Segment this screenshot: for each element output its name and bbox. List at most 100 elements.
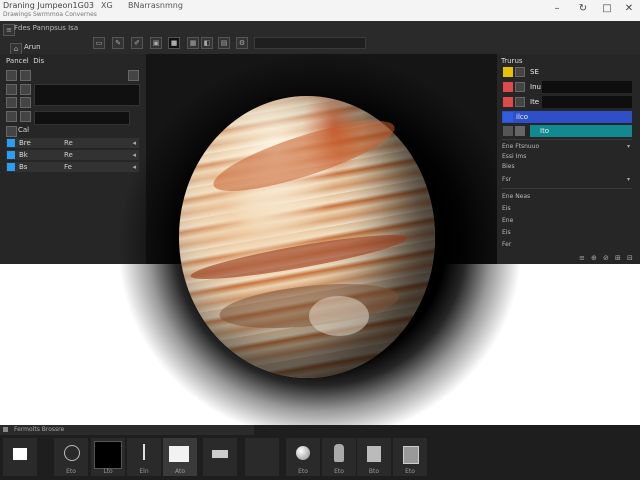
chevron-down-icon[interactable]: ▾	[627, 175, 630, 184]
minimize-button[interactable]: –	[550, 2, 564, 16]
property-row[interactable]: Bre Re ◂	[6, 138, 139, 148]
lock-icon[interactable]	[128, 70, 139, 81]
layer-name: ilco	[516, 113, 529, 121]
property-row[interactable]: Eis	[502, 204, 632, 213]
eye-icon[interactable]	[515, 82, 525, 92]
tool-label: Eto	[334, 468, 344, 475]
checkbox-icon[interactable]	[7, 139, 15, 147]
chevron-down-icon[interactable]: ▾	[627, 142, 630, 151]
tool-color[interactable]: Lto	[91, 438, 125, 476]
property-label: Eis	[502, 229, 511, 236]
preview-field[interactable]	[34, 84, 140, 106]
divider	[502, 188, 632, 189]
sphere-icon	[296, 446, 310, 460]
layer-row[interactable]: Ito	[502, 125, 632, 137]
right-panel: Trurus SE Inu Ite ilco Ito Ene Ftsnuuo ▾ …	[497, 54, 640, 264]
tool-empty[interactable]	[245, 438, 279, 476]
bottom-tab-label[interactable]: Fermolts Brossre	[14, 426, 64, 433]
property-row[interactable]: Ene Neas	[502, 192, 632, 201]
property-row[interactable]: Ene Ftsnuuo ▾	[502, 142, 632, 151]
rect-icon	[212, 450, 228, 458]
bottom-toolbar: Fermolts Brossre Eto Lto Eln Ato Eto Eto…	[0, 425, 640, 480]
layer-fill	[542, 81, 632, 93]
toolbar: ≡ Fdes Pannpsus Isa Arun ⌂ ▭ ✎ ✐ ▣ ■ ▦ ◧…	[0, 21, 640, 55]
property-row[interactable]: Essi Ims	[502, 152, 632, 161]
section-label: Cal	[18, 126, 30, 134]
toolbar-label: Fdes Pannpsus Isa	[14, 24, 79, 32]
property-row[interactable]: Ene	[502, 216, 632, 225]
layer-row-selected[interactable]: ilco	[502, 111, 632, 123]
tool-page[interactable]: Eto	[393, 438, 427, 476]
swatch-icon[interactable]	[6, 126, 17, 137]
swatch-icon[interactable]	[20, 111, 31, 122]
figure-icon	[334, 444, 344, 462]
property-row[interactable]: Bk Re ◂	[6, 150, 139, 160]
maximize-button[interactable]: □	[600, 2, 614, 16]
swatch-icon[interactable]	[6, 84, 17, 95]
row-value: Re	[64, 151, 73, 159]
eye-icon[interactable]	[515, 67, 525, 77]
tool-clock[interactable]: Eto	[54, 438, 88, 476]
tool-folder[interactable]: Ato	[163, 438, 197, 476]
swatch-icon[interactable]	[6, 111, 17, 122]
tool-grid-icon[interactable]: ▦	[187, 37, 199, 49]
property-row[interactable]: Eis	[502, 228, 632, 237]
swatch-icon[interactable]	[6, 97, 17, 108]
property-row[interactable]: Fsr ▾	[502, 175, 632, 184]
swatch-icon[interactable]	[20, 97, 31, 108]
tool-layers-icon[interactable]: ◧	[201, 37, 213, 49]
property-row[interactable]: Bies	[502, 162, 632, 171]
delete-icon[interactable]: ⊟	[627, 254, 633, 262]
menu-item-a[interactable]: XG	[101, 1, 113, 10]
tool-brush[interactable]	[3, 438, 37, 476]
swatch-icon[interactable]	[20, 70, 31, 81]
eye-icon[interactable]	[515, 97, 525, 107]
tool-figure[interactable]: Eto	[322, 438, 356, 476]
tool-pen[interactable]: Eln	[127, 438, 161, 476]
tab-icon[interactable]	[3, 427, 8, 432]
tool-book[interactable]: Bto	[357, 438, 391, 476]
tool-rect[interactable]	[203, 438, 237, 476]
tool-image-icon[interactable]: ▤	[218, 37, 230, 49]
tool-label: Eto	[66, 468, 76, 475]
folder-icon	[169, 446, 189, 462]
swatch-icon[interactable]	[20, 84, 31, 95]
tool-select-icon[interactable]: ▭	[93, 37, 105, 49]
group-icon[interactable]: ⊞	[615, 254, 621, 262]
add-icon[interactable]: ⊕	[591, 254, 597, 262]
chevron-down-icon[interactable]: ◂	[132, 138, 136, 148]
chevron-down-icon[interactable]: ◂	[132, 150, 136, 160]
property-label: Ene	[502, 217, 514, 224]
black-square-icon	[94, 441, 122, 469]
layer-row[interactable]: SE	[502, 66, 632, 78]
layer-name: Inu	[530, 83, 541, 91]
layer-row[interactable]: Inu	[502, 81, 632, 93]
layer-thumbnail	[503, 112, 513, 122]
layer-name: SE	[530, 68, 539, 76]
tool-pen-icon[interactable]: ✎	[112, 37, 124, 49]
tool-sphere[interactable]: Eto	[286, 438, 320, 476]
property-label: Ene Ftsnuuo	[502, 143, 540, 150]
property-row[interactable]: Fer	[502, 240, 632, 249]
value-field[interactable]	[34, 111, 130, 125]
property-row[interactable]: Bs Fe ◂	[6, 162, 139, 172]
tool-fill-icon[interactable]: ▣	[150, 37, 162, 49]
menu-icon[interactable]: ≡	[579, 254, 585, 262]
close-button[interactable]: ✕	[622, 2, 636, 16]
checkbox-icon[interactable]	[7, 163, 15, 171]
checkbox-icon[interactable]	[7, 151, 15, 159]
property-label: Fer	[502, 241, 512, 248]
mask-icon[interactable]: ⊘	[603, 254, 609, 262]
restore-button[interactable]: ↻	[576, 2, 590, 16]
planet-image[interactable]	[179, 96, 435, 378]
clock-icon	[64, 445, 80, 461]
tool-brush-icon[interactable]: ✐	[131, 37, 143, 49]
planet-band	[188, 227, 410, 287]
link-icon[interactable]	[515, 126, 525, 136]
swatch-icon[interactable]	[6, 70, 17, 81]
layer-row[interactable]: Ite	[502, 96, 632, 108]
tool-color-icon[interactable]: ■	[168, 37, 180, 49]
menu-item-b[interactable]: BNarrasnmng	[128, 1, 183, 10]
tool-settings-icon[interactable]: ⚙	[236, 37, 248, 49]
toolbar-input[interactable]	[254, 37, 366, 49]
